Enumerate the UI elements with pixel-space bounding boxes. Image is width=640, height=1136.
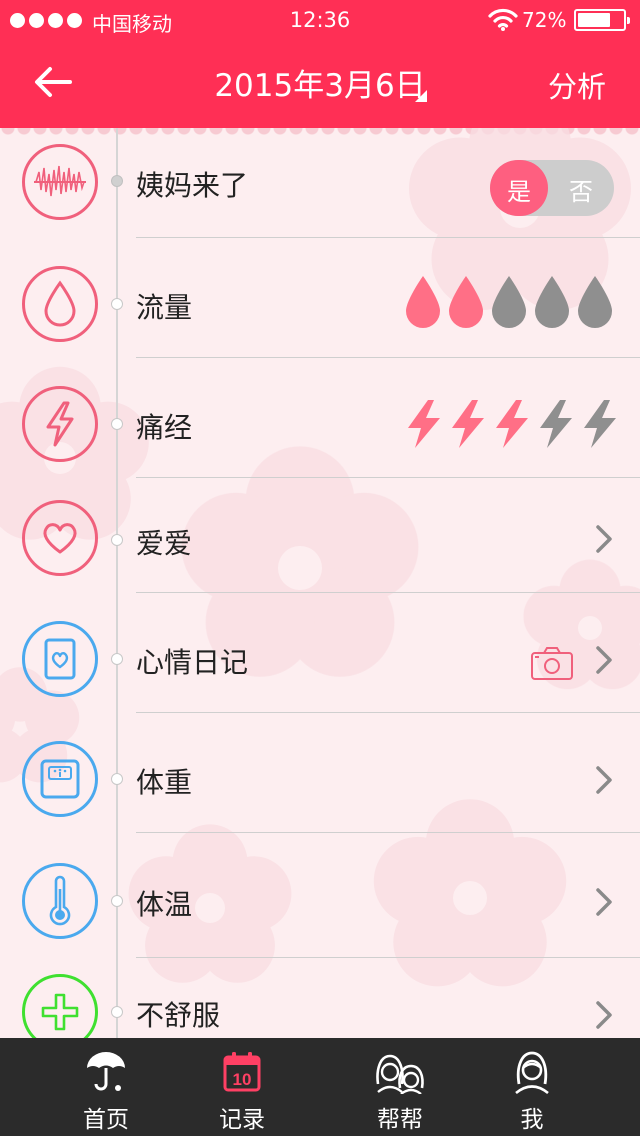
bolt-empty-icon[interactable]: [536, 398, 576, 450]
friends-icon: [376, 1054, 424, 1094]
tab-label: 帮帮: [377, 1107, 423, 1133]
tab-label: 记录: [219, 1107, 265, 1133]
date-picker-title[interactable]: 2015年3月6日: [0, 60, 640, 105]
drop-filled-icon[interactable]: [404, 274, 442, 330]
row-label: 爱爱: [136, 527, 193, 560]
plus-icon: [22, 974, 98, 1038]
drop-empty-icon[interactable]: [576, 274, 614, 330]
chevron-right-icon[interactable]: [594, 887, 614, 917]
bolt-filled-icon[interactable]: [492, 398, 532, 450]
timeline-node: [111, 895, 123, 907]
heart-icon: [22, 500, 98, 576]
calendar-icon: 10: [223, 1052, 261, 1092]
record-list[interactable]: 姨妈来了 是 否 流量 痛经 爱爱 心情日记 体重 体温 不舒服: [0, 128, 640, 1038]
row-label: 体温: [136, 888, 193, 921]
row-label: 体重: [136, 766, 193, 799]
timeline-node: [111, 418, 123, 430]
row-label: 心情日记: [136, 646, 249, 679]
timeline-node: [111, 298, 123, 310]
drop-filled-icon[interactable]: [447, 274, 485, 330]
row-period: 姨妈来了 是 否: [0, 128, 640, 238]
chevron-right-icon[interactable]: [594, 645, 614, 675]
row-label: 姨妈来了: [136, 169, 249, 202]
toggle-no[interactable]: 否: [548, 172, 614, 207]
row-label: 不舒服: [136, 999, 221, 1032]
period-wave-icon: [22, 144, 98, 220]
chevron-right-icon[interactable]: [594, 765, 614, 795]
tab-help[interactable]: 帮帮: [350, 1038, 450, 1136]
mood-card-icon: [22, 621, 98, 697]
row-label: 痛经: [136, 411, 193, 444]
tab-label: 首页: [83, 1107, 129, 1133]
chevron-right-icon[interactable]: [594, 1000, 614, 1030]
timeline-node: [111, 1006, 123, 1018]
row-flow: 流量: [0, 238, 640, 358]
flow-rating[interactable]: [404, 274, 614, 330]
row-label: 流量: [136, 291, 193, 324]
tab-records[interactable]: 10 记录: [192, 1038, 292, 1136]
row-pain: 痛经: [0, 358, 640, 478]
tab-home[interactable]: 首页: [56, 1038, 156, 1136]
timeline-node: [111, 653, 123, 665]
row-mood-diary[interactable]: 心情日记: [0, 593, 640, 713]
bolt-filled-icon[interactable]: [448, 398, 488, 450]
bolt-empty-icon[interactable]: [580, 398, 620, 450]
drop-empty-icon[interactable]: [533, 274, 571, 330]
period-toggle[interactable]: 是 否: [490, 160, 614, 216]
dropdown-triangle-icon[interactable]: [415, 90, 427, 102]
wifi-icon: [488, 8, 518, 31]
camera-icon[interactable]: [530, 645, 574, 681]
timeline-node: [111, 534, 123, 546]
timeline-node: [111, 175, 123, 187]
row-weight[interactable]: 体重: [0, 713, 640, 833]
calendar-day: 10: [233, 1070, 252, 1089]
profile-icon: [515, 1051, 549, 1094]
row-love[interactable]: 爱爱: [0, 478, 640, 593]
battery-icon: [574, 9, 630, 31]
tab-bar: 首页 10 记录 帮帮 我: [0, 1038, 640, 1136]
battery-percentage: 72%: [522, 8, 567, 32]
scale-icon: [22, 741, 98, 817]
nav-bar: 2015年3月6日 分析: [0, 40, 640, 128]
drop-empty-icon[interactable]: [490, 274, 528, 330]
lightning-icon: [22, 386, 98, 462]
status-bar: 中国移动 12:36 72%: [0, 0, 640, 40]
thermometer-icon: [22, 863, 98, 939]
bolt-filled-icon[interactable]: [404, 398, 444, 450]
analysis-button[interactable]: 分析: [548, 64, 606, 106]
toggle-yes[interactable]: 是: [490, 172, 548, 207]
timeline-node: [111, 773, 123, 785]
pain-rating[interactable]: [404, 398, 620, 450]
tab-label: 我: [520, 1107, 544, 1133]
drop-icon: [22, 266, 98, 342]
chevron-right-icon[interactable]: [594, 524, 614, 554]
row-temperature[interactable]: 体温: [0, 833, 640, 958]
row-discomfort[interactable]: 不舒服: [0, 958, 640, 1038]
tab-me[interactable]: 我: [482, 1038, 582, 1136]
umbrella-icon: [87, 1052, 125, 1091]
